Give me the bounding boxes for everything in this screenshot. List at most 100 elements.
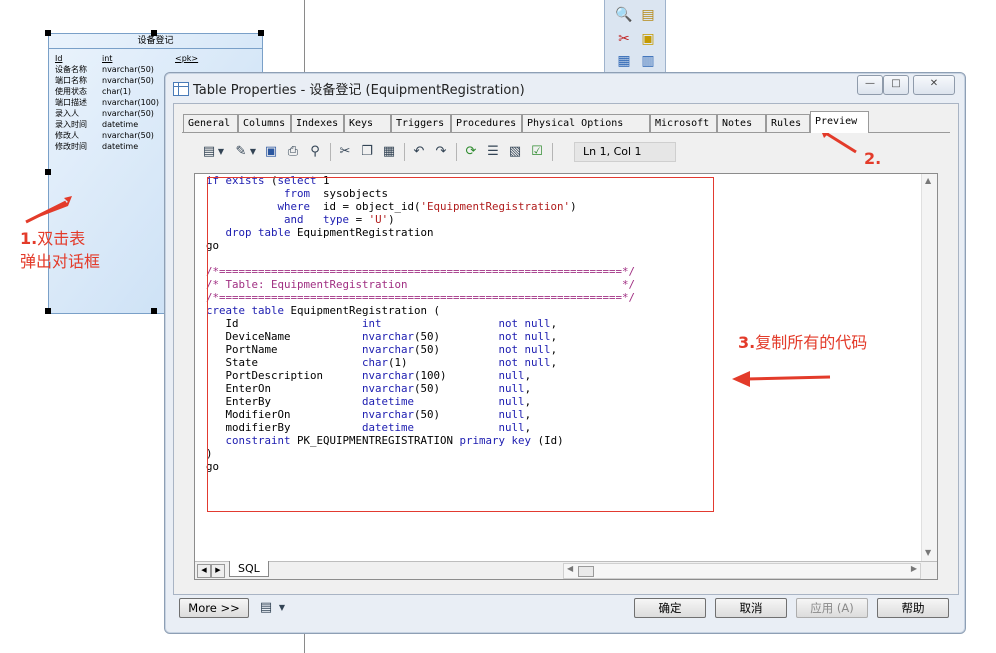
selection-handle[interactable]	[151, 30, 157, 36]
tab-sql[interactable]: SQL	[229, 561, 269, 577]
tab-microsoft[interactable]: Microsoft	[650, 114, 717, 132]
arrow-annotation-3	[732, 371, 831, 387]
tab-notes[interactable]: Notes	[717, 114, 766, 132]
table-icon	[173, 82, 189, 96]
scroll-left-icon[interactable]: ◀	[567, 564, 573, 573]
close-icon: ✕	[929, 78, 939, 89]
tab-triggers[interactable]: Triggers	[391, 114, 451, 132]
tab-indexes[interactable]: Indexes	[291, 114, 344, 132]
column-key: <pk>	[175, 54, 199, 63]
dialog-titlebar[interactable]: Table Properties - 设备登记 (EquipmentRegist…	[165, 73, 965, 103]
scroll-thumb[interactable]	[578, 566, 594, 577]
column-type: datetime	[102, 142, 139, 151]
script-menu-icon[interactable]: ▤	[257, 599, 275, 617]
selection-handle[interactable]	[151, 308, 157, 314]
tab-prev-icon[interactable]: ◀	[197, 564, 211, 578]
column-type: nvarchar(50)	[102, 65, 154, 74]
tab-keys[interactable]: Keys	[344, 114, 391, 132]
annotation-step2-number: 2.	[864, 149, 882, 168]
annotation-step3-number: 3.	[738, 333, 756, 352]
selection-handle[interactable]	[258, 30, 264, 36]
maximize-icon: □	[891, 78, 901, 89]
tab-columns[interactable]: Columns	[238, 114, 291, 132]
minimize-button[interactable]: —	[857, 75, 883, 95]
column-name: 修改人	[55, 131, 79, 140]
column-name: 端口名称	[55, 76, 87, 85]
dropdown-arrow-icon[interactable]: ▼	[277, 599, 287, 617]
cursor-position: Ln 1, Col 1	[574, 142, 676, 162]
column-name: 使用状态	[55, 87, 87, 96]
selection-handle[interactable]	[45, 169, 51, 175]
horizontal-scrollbar[interactable]: ◀ ▶	[563, 563, 921, 579]
annotation-step1: 1.双击表	[20, 228, 85, 250]
paste-icon[interactable]: ▦	[380, 143, 398, 161]
maximize-button[interactable]: □	[883, 75, 909, 95]
help-button[interactable]: 帮助	[877, 598, 949, 618]
more-button[interactable]: More >>	[179, 598, 249, 618]
redo-icon[interactable]: ↷	[432, 143, 450, 161]
column-name: 录入人	[55, 109, 79, 118]
apply-button[interactable]: 应用 (A)	[796, 598, 868, 618]
scroll-right-icon[interactable]: ▶	[911, 564, 917, 573]
selection-handle[interactable]	[45, 308, 51, 314]
package-icon[interactable]: ▣	[639, 30, 657, 48]
zoom-icon[interactable]: 🔍	[615, 6, 633, 24]
list-icon[interactable]: ☰	[484, 143, 502, 161]
column-type: char(1)	[102, 87, 131, 96]
cut-tool-icon[interactable]: ✂	[615, 30, 633, 48]
cancel-button[interactable]: 取消	[715, 598, 787, 618]
entity-title: 设备登记	[49, 34, 262, 49]
table-tool-icon[interactable]: ▦	[615, 52, 633, 70]
ok-button[interactable]: 确定	[634, 598, 706, 618]
scroll-down-icon[interactable]: ▼	[925, 548, 931, 557]
edit-props-icon[interactable]: ▧	[506, 143, 524, 161]
vertical-scrollbar[interactable]: ▲ ▼	[921, 174, 937, 562]
check-icon[interactable]: ☑	[528, 143, 546, 161]
toolbar-separator	[330, 143, 331, 161]
properties-icon[interactable]: ▤	[639, 6, 657, 24]
column-name: 录入时间	[55, 120, 87, 129]
canvas-divider	[304, 632, 305, 653]
scroll-up-icon[interactable]: ▲	[925, 176, 931, 185]
undo-icon[interactable]: ↶	[410, 143, 428, 161]
cut-icon[interactable]: ✂	[336, 143, 354, 161]
highlight-box	[207, 177, 714, 512]
editor-bottom-bar: ◀ ▶ SQL ◀ ▶	[195, 561, 937, 579]
annotation-step3-text: 复制所有的代码	[755, 333, 868, 352]
dialog-title: Table Properties - 设备登记 (EquipmentRegist…	[193, 83, 525, 98]
copy-icon[interactable]: ❐	[358, 143, 376, 161]
find-icon[interactable]: ⚲	[306, 143, 324, 161]
column-type: int	[102, 54, 113, 63]
print-icon[interactable]: ⎙	[284, 143, 302, 161]
arrow-annotation-1	[25, 196, 72, 224]
dropdown-arrow-icon[interactable]: ▼	[216, 143, 226, 161]
column-name: 修改时间	[55, 142, 87, 151]
save-icon[interactable]: ▣	[262, 143, 280, 161]
minimize-icon: —	[865, 78, 875, 89]
entity-column-row: Id int <pk>	[49, 53, 262, 64]
selection-handle[interactable]	[45, 30, 51, 36]
refresh-icon[interactable]: ⟳	[462, 143, 480, 161]
toolbar-separator	[552, 143, 553, 161]
tab-preview[interactable]: Preview	[810, 111, 869, 133]
tab-physical-options[interactable]: Physical Options	[522, 114, 650, 132]
dropdown-arrow-icon[interactable]: ▼	[248, 143, 258, 161]
close-button[interactable]: ✕	[913, 75, 955, 95]
view-tool-icon[interactable]: ▥	[639, 52, 657, 70]
tab-next-icon[interactable]: ▶	[211, 564, 225, 578]
column-type: datetime	[102, 120, 139, 129]
tab-general[interactable]: General	[183, 114, 238, 132]
column-type: nvarchar(50)	[102, 109, 154, 118]
column-type: nvarchar(50)	[102, 131, 154, 140]
annotation-step1-line2: 弹出对话框	[20, 252, 101, 271]
tab-rules[interactable]: Rules	[766, 114, 810, 132]
tab-procedures[interactable]: Procedures	[451, 114, 522, 132]
column-type: nvarchar(100)	[102, 98, 159, 107]
column-name: 设备名称	[55, 65, 87, 74]
column-name: Id	[55, 54, 63, 63]
annotation-step1-line1: 双击表	[37, 229, 86, 248]
annotation-step2: 2.	[864, 148, 881, 170]
column-type: nvarchar(50)	[102, 76, 154, 85]
toolbar-separator	[404, 143, 405, 161]
column-name: 端口描述	[55, 98, 87, 107]
